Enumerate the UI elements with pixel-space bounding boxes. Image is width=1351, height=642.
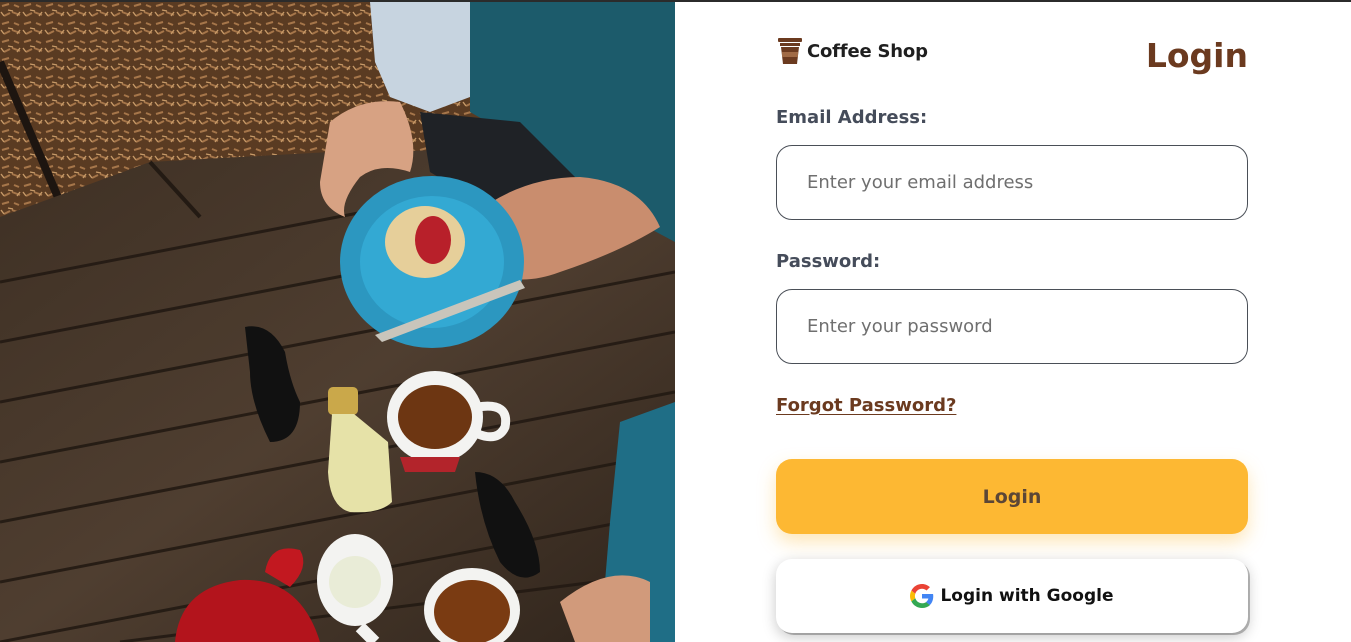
brand-name: Coffee Shop: [807, 40, 928, 62]
page-title: Login: [1145, 36, 1248, 75]
email-field[interactable]: [776, 145, 1248, 220]
login-button[interactable]: Login: [776, 459, 1248, 534]
login-with-google-button[interactable]: Login with Google: [776, 559, 1248, 633]
hero-photo: [0, 2, 675, 642]
email-label: Email Address:: [776, 107, 928, 128]
login-panel: Coffee Shop Login Email Address: Passwor…: [675, 2, 1351, 642]
forgot-password-link[interactable]: Forgot Password?: [776, 395, 956, 416]
coffee-cup-icon: [778, 38, 802, 64]
password-label: Password:: [776, 251, 881, 272]
brand-logo[interactable]: Coffee Shop: [777, 36, 928, 66]
google-icon: [910, 584, 934, 608]
google-button-label: Login with Google: [940, 586, 1114, 606]
password-field[interactable]: [776, 289, 1248, 364]
